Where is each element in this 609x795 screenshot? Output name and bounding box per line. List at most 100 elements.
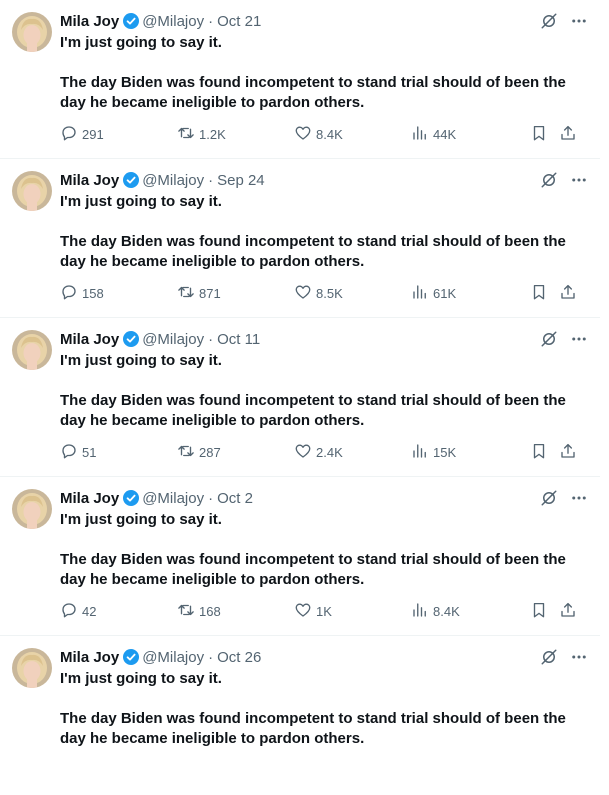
tweet-text: I'm just going to say it. The day Biden …	[60, 192, 580, 272]
like-button[interactable]: 2.4K	[294, 442, 343, 463]
views-count: 61K	[433, 286, 457, 301]
retweet-icon	[177, 283, 199, 304]
author-name[interactable]: Mila Joy	[60, 13, 119, 30]
reply-button[interactable]: 42	[60, 601, 96, 622]
tweet-date[interactable]: Oct 21	[217, 13, 261, 30]
avatar[interactable]	[12, 171, 52, 211]
reply-button[interactable]: 291	[60, 124, 104, 145]
tweet-header: Mila Joy @Milajoy · Oct 11	[60, 329, 588, 349]
tweet-text-line: I'm just going to say it.	[60, 34, 222, 51]
views-icon	[411, 124, 433, 145]
views-button[interactable]: 44K	[411, 124, 456, 145]
retweet-icon	[177, 442, 199, 463]
tweet[interactable]: Mila Joy @Milajoy · Oct 2 I'm just going…	[0, 477, 600, 636]
views-count: 44K	[433, 127, 457, 142]
more-icon[interactable]	[570, 12, 588, 30]
tweet-text-line: I'm just going to say it.	[60, 193, 222, 210]
like-icon	[294, 283, 316, 304]
bookmark-icon	[530, 601, 552, 622]
reply-icon	[60, 124, 82, 145]
bookmark-button[interactable]	[530, 283, 552, 304]
author-handle[interactable]: @Milajoy	[142, 13, 204, 30]
author-handle[interactable]: @Milajoy	[142, 331, 204, 348]
grok-icon[interactable]	[540, 489, 558, 507]
tweet-actions: 158 871 8.5K 61K	[60, 283, 588, 303]
tweet-text: I'm just going to say it. The day Biden …	[60, 510, 580, 590]
views-icon	[411, 283, 433, 304]
views-button[interactable]: 8.4K	[411, 601, 460, 622]
avatar[interactable]	[12, 12, 52, 52]
bookmark-button[interactable]	[530, 442, 552, 463]
more-icon[interactable]	[570, 330, 588, 348]
like-button[interactable]: 8.4K	[294, 124, 343, 145]
more-icon[interactable]	[570, 171, 588, 189]
avatar[interactable]	[12, 489, 52, 529]
tweet-header: Mila Joy @Milajoy · Oct 2	[60, 488, 588, 508]
grok-icon[interactable]	[540, 12, 558, 30]
author-name[interactable]: Mila Joy	[60, 490, 119, 507]
tweet-text-line: The day Biden was found incompetent to s…	[60, 233, 566, 270]
reply-button[interactable]: 158	[60, 283, 104, 304]
share-button[interactable]	[559, 283, 581, 304]
like-button[interactable]: 1K	[294, 601, 332, 622]
views-icon	[411, 442, 433, 463]
retweet-button[interactable]: 871	[177, 283, 221, 304]
tweet[interactable]: Mila Joy @Milajoy · Oct 26 I'm just goin…	[0, 636, 600, 795]
bookmark-button[interactable]	[530, 601, 552, 622]
retweet-button[interactable]: 168	[177, 601, 221, 622]
views-icon	[411, 601, 433, 622]
retweet-button[interactable]: 1.2K	[177, 124, 226, 145]
share-button[interactable]	[559, 442, 581, 463]
tweet[interactable]: Mila Joy @Milajoy · Oct 11 I'm just goin…	[0, 318, 600, 477]
separator-dot: ·	[208, 489, 214, 507]
like-icon	[294, 601, 316, 622]
author-name[interactable]: Mila Joy	[60, 172, 119, 189]
bookmark-icon	[530, 442, 552, 463]
avatar[interactable]	[12, 648, 52, 688]
tweet-text-line: I'm just going to say it.	[60, 352, 222, 369]
tweet[interactable]: Mila Joy @Milajoy · Sep 24 I'm just goin…	[0, 159, 600, 318]
grok-icon[interactable]	[540, 330, 558, 348]
like-count: 8.4K	[316, 127, 343, 142]
timeline-feed: Mila Joy @Milajoy · Oct 21 I'm just goin…	[0, 0, 600, 795]
grok-icon[interactable]	[540, 648, 558, 666]
share-button[interactable]	[559, 601, 581, 622]
grok-icon[interactable]	[540, 171, 558, 189]
tweet-text-line: I'm just going to say it.	[60, 670, 222, 687]
tweet-date[interactable]: Oct 2	[217, 490, 253, 507]
separator-dot: ·	[208, 171, 214, 189]
separator-dot: ·	[208, 330, 214, 348]
views-button[interactable]: 61K	[411, 283, 456, 304]
tweet-date[interactable]: Oct 26	[217, 649, 261, 666]
tweet-text-line: The day Biden was found incompetent to s…	[60, 74, 566, 111]
author-name[interactable]: Mila Joy	[60, 649, 119, 666]
verified-badge-icon	[123, 490, 140, 506]
tweet[interactable]: Mila Joy @Milajoy · Oct 21 I'm just goin…	[0, 0, 600, 159]
tweet-date[interactable]: Oct 11	[217, 331, 260, 348]
share-icon	[559, 442, 581, 463]
tweet-text: I'm just going to say it. The day Biden …	[60, 33, 580, 113]
reply-icon	[60, 283, 82, 304]
retweet-button[interactable]: 287	[177, 442, 221, 463]
separator-dot: ·	[208, 648, 214, 666]
reply-button[interactable]: 51	[60, 442, 96, 463]
share-button[interactable]	[559, 124, 581, 145]
author-handle[interactable]: @Milajoy	[142, 172, 204, 189]
share-icon	[559, 601, 581, 622]
like-button[interactable]: 8.5K	[294, 283, 343, 304]
more-icon[interactable]	[570, 648, 588, 666]
tweet-text: I'm just going to say it. The day Biden …	[60, 669, 580, 749]
like-count: 2.4K	[316, 445, 343, 460]
author-handle[interactable]: @Milajoy	[142, 649, 204, 666]
reply-icon	[60, 442, 82, 463]
bookmark-button[interactable]	[530, 124, 552, 145]
tweet-actions: 51 287 2.4K 15K	[60, 442, 588, 462]
author-handle[interactable]: @Milajoy	[142, 490, 204, 507]
retweet-count: 168	[199, 604, 221, 619]
author-name[interactable]: Mila Joy	[60, 331, 119, 348]
tweet-date[interactable]: Sep 24	[217, 172, 265, 189]
avatar[interactable]	[12, 330, 52, 370]
retweet-count: 1.2K	[199, 127, 226, 142]
more-icon[interactable]	[570, 489, 588, 507]
views-button[interactable]: 15K	[411, 442, 456, 463]
